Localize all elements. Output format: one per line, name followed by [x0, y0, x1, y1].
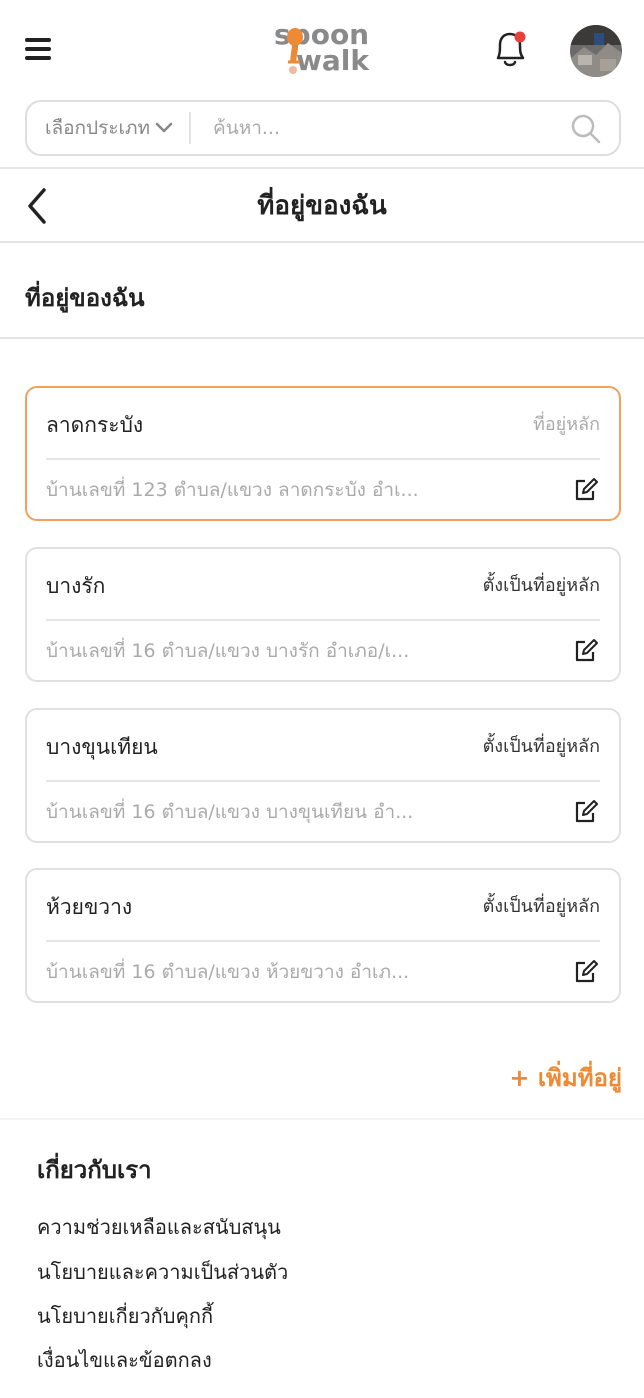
- card-divider: [46, 780, 600, 782]
- search-divider: [189, 112, 191, 144]
- address-name: ห้วยขวาง: [46, 895, 133, 919]
- set-primary-button[interactable]: ตั้งเป็นที่อยู่หลัก: [483, 732, 600, 762]
- address-name: บางรัก: [46, 574, 106, 598]
- address-detail: บ้านเลขที่ 123 ตำบล/แขวง ลาดกระบัง อำเ..…: [46, 479, 419, 501]
- card-divider: [46, 458, 600, 460]
- page-title: ที่อยู่ของฉัน: [257, 191, 387, 221]
- footer-link-terms[interactable]: เงื่อนไขและข้อตกลง: [37, 1343, 212, 1377]
- section-title: ที่อยู่ของฉัน: [25, 284, 145, 312]
- spoonwalk-logo[interactable]: spoon walk: [262, 18, 382, 78]
- footer-link-cookies[interactable]: นโยบายเกี่ยวกับคุกกี้: [37, 1299, 213, 1333]
- nav-divider: [0, 241, 644, 243]
- footer-title: เกี่ยวกับเรา: [37, 1156, 152, 1184]
- search-input[interactable]: [213, 110, 553, 146]
- add-address-button[interactable]: + เพิ่มที่อยู่: [509, 1058, 622, 1098]
- chevron-down-icon: [154, 103, 174, 155]
- footer: เกี่ยวกับเรา ความช่วยเหลือและสนับสนุน นโ…: [0, 1118, 644, 1398]
- svg-text:walk: walk: [296, 44, 370, 77]
- address-detail: บ้านเลขที่ 16 ตำบล/แขวง บางรัก อำเภอ/เ..…: [46, 640, 410, 662]
- set-primary-button[interactable]: ตั้งเป็นที่อยู่หลัก: [483, 892, 600, 922]
- search-icon[interactable]: [569, 112, 603, 146]
- address-detail: บ้านเลขที่ 16 ตำบล/แขวง ห้วยขวาง อำเภ...: [46, 961, 410, 983]
- notification-bell-icon[interactable]: [490, 28, 530, 72]
- edit-icon[interactable]: [573, 477, 599, 503]
- footer-link-privacy[interactable]: นโยบายและความเป็นส่วนตัว: [37, 1255, 288, 1289]
- menu-icon[interactable]: [25, 38, 51, 62]
- category-select[interactable]: เลือกประเภท: [45, 102, 174, 154]
- header-divider: [0, 167, 644, 169]
- edit-icon[interactable]: [573, 638, 599, 664]
- address-card[interactable]: บางรัก ตั้งเป็นที่อยู่หลัก บ้านเลขที่ 16…: [25, 547, 621, 682]
- footer-link-support[interactable]: ความช่วยเหลือและสนับสนุน: [37, 1210, 281, 1244]
- search-bar: เลือกประเภท: [25, 100, 621, 156]
- primary-address-badge: ที่อยู่หลัก: [532, 414, 600, 435]
- address-card[interactable]: ห้วยขวาง ตั้งเป็นที่อยู่หลัก บ้านเลขที่ …: [25, 868, 621, 1003]
- category-select-label: เลือกประเภท: [45, 117, 151, 139]
- edit-icon[interactable]: [573, 799, 599, 825]
- card-divider: [46, 940, 600, 942]
- notification-dot: [514, 31, 526, 43]
- section-divider: [0, 337, 644, 339]
- set-primary-button[interactable]: ตั้งเป็นที่อยู่หลัก: [483, 571, 600, 601]
- address-card-primary[interactable]: ลาดกระบัง ที่อยู่หลัก บ้านเลขที่ 123 ตำบ…: [25, 386, 621, 521]
- address-name: บางขุนเทียน: [46, 735, 158, 759]
- address-card[interactable]: บางขุนเทียน ตั้งเป็นที่อยู่หลัก บ้านเลขท…: [25, 708, 621, 843]
- edit-icon[interactable]: [573, 959, 599, 985]
- address-name: ลาดกระบัง: [46, 413, 144, 437]
- user-avatar[interactable]: [570, 25, 622, 77]
- card-divider: [46, 619, 600, 621]
- address-detail: บ้านเลขที่ 16 ตำบล/แขวง บางขุนเทียน อำ..…: [46, 801, 414, 823]
- top-bar: spoon walk: [0, 0, 644, 100]
